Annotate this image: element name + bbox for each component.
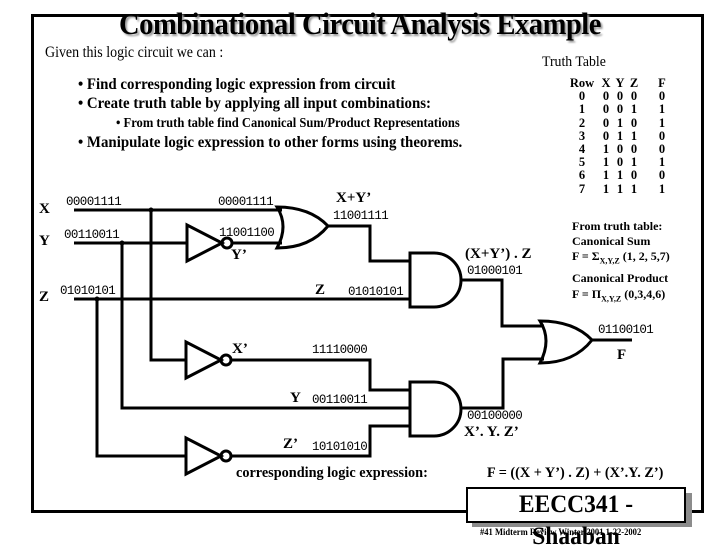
input-y-value: 00110011 xyxy=(64,228,120,242)
wire-or1-out xyxy=(328,224,410,263)
course-badge: EECC341 - Shaaban xyxy=(466,487,686,550)
wire-not-x xyxy=(231,358,410,392)
expression-label: corresponding logic expression: xyxy=(236,465,428,481)
junction-x xyxy=(148,207,154,213)
not-gate-z xyxy=(184,435,233,477)
y-wire-label: Y xyxy=(290,390,301,406)
logic-circuit xyxy=(74,205,632,477)
or2-value: 01100101 xyxy=(598,323,654,337)
or1-value: 11001111 xyxy=(333,209,389,223)
expression-value: F = ((X + Y’) . Z) + (X’.Y. Z’) xyxy=(487,465,664,481)
input-z-value: 01010101 xyxy=(60,284,116,298)
wire-y-tap xyxy=(120,243,410,410)
not-x-value: 11110000 xyxy=(312,343,368,357)
and2-label: X’. Y. Z’ xyxy=(464,424,519,440)
input-x-value: 00001111 xyxy=(66,195,122,209)
not-gate-x xyxy=(184,339,233,381)
or-gate-2 xyxy=(537,319,594,365)
or1-label: X+Y’ xyxy=(336,190,372,206)
z-wire-value: 01010101 xyxy=(348,285,404,299)
y-wire-value: 00110011 xyxy=(312,393,368,407)
wire-and1-out xyxy=(462,278,544,328)
input-z-label: Z xyxy=(39,289,50,305)
and-gate-1 xyxy=(408,251,463,309)
wire-x-tap xyxy=(149,210,186,362)
junction-y xyxy=(119,240,125,246)
or1-input-x-value: 00001111 xyxy=(218,195,274,209)
input-y-label: Y xyxy=(39,233,50,249)
not-z-value: 10101010 xyxy=(312,440,368,454)
not-y-label: Y’ xyxy=(231,247,247,263)
wire-and2-out xyxy=(462,357,544,410)
wire-z-tap xyxy=(95,299,186,458)
or-gate-1 xyxy=(274,205,330,250)
output-f-label: F xyxy=(617,347,627,363)
not-z-label: Z’ xyxy=(283,436,298,452)
not-x-label: X’ xyxy=(232,341,248,357)
slide-footnote: #41 Midterm Review Winter 2001 1-22-2002 xyxy=(480,527,642,537)
and1-value: 01000101 xyxy=(467,264,523,278)
and-gate-2 xyxy=(408,380,463,438)
and1-label: (X+Y’) . Z xyxy=(465,246,532,262)
input-x-label: X xyxy=(39,201,50,217)
and2-value: 00100000 xyxy=(467,409,523,423)
z-wire-label: Z xyxy=(315,282,326,298)
not-y-value: 11001100 xyxy=(219,226,275,240)
